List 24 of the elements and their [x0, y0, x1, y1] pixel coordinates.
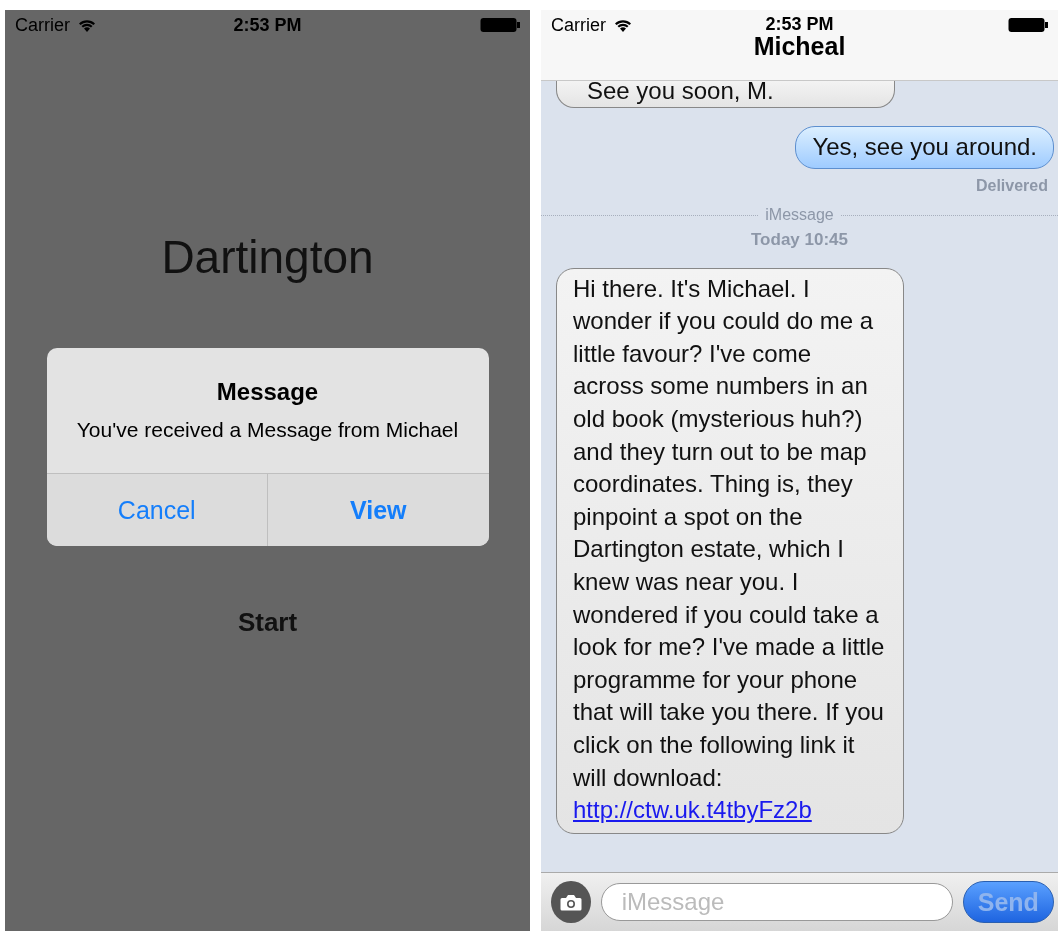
- app-title: Dartington: [161, 230, 374, 284]
- battery-icon: [480, 17, 520, 33]
- cancel-button[interactable]: Cancel: [46, 474, 267, 546]
- carrier-label: Carrier: [15, 14, 70, 36]
- delivery-status: Delivered: [975, 176, 1049, 195]
- status-time: 2:53 PM: [233, 14, 302, 36]
- alert-message: You've received a Message from Michael: [75, 417, 460, 443]
- wifi-icon: [614, 18, 632, 32]
- message-text: Hi there. It's Michael. I wonder if you could do me a little favour? I've come across some numbers in an old book (mysterious huh?) and they turn out to be map coordinates. Thing is, they pinpoint a spot on the Dartington estate, which I knew was near you. I wondered if you could take a look for me? I've made a little programme for your phone that will take you there. If you click on the following link it will download:: [573, 273, 886, 793]
- battery-icon: [1008, 17, 1048, 33]
- wifi-icon: [78, 18, 96, 32]
- service-label: iMessage: [759, 205, 840, 224]
- sent-message-bubble: Yes, see you around.: [795, 126, 1054, 169]
- contact-name: Micheal: [752, 32, 847, 61]
- alert-title: Message: [215, 378, 320, 406]
- message-input-field[interactable]: iMessage: [600, 883, 953, 921]
- timestamp: Today 10:45: [751, 229, 848, 250]
- status-time: 2:53 PM: [765, 14, 834, 35]
- carrier-label: Carrier: [551, 14, 606, 36]
- start-button[interactable]: Start: [231, 606, 304, 639]
- view-button[interactable]: View: [267, 474, 489, 546]
- camera-icon: [559, 893, 582, 911]
- camera-button[interactable]: [551, 881, 591, 923]
- message-link[interactable]: http://ctw.uk.t4tbyFz2b: [573, 796, 812, 824]
